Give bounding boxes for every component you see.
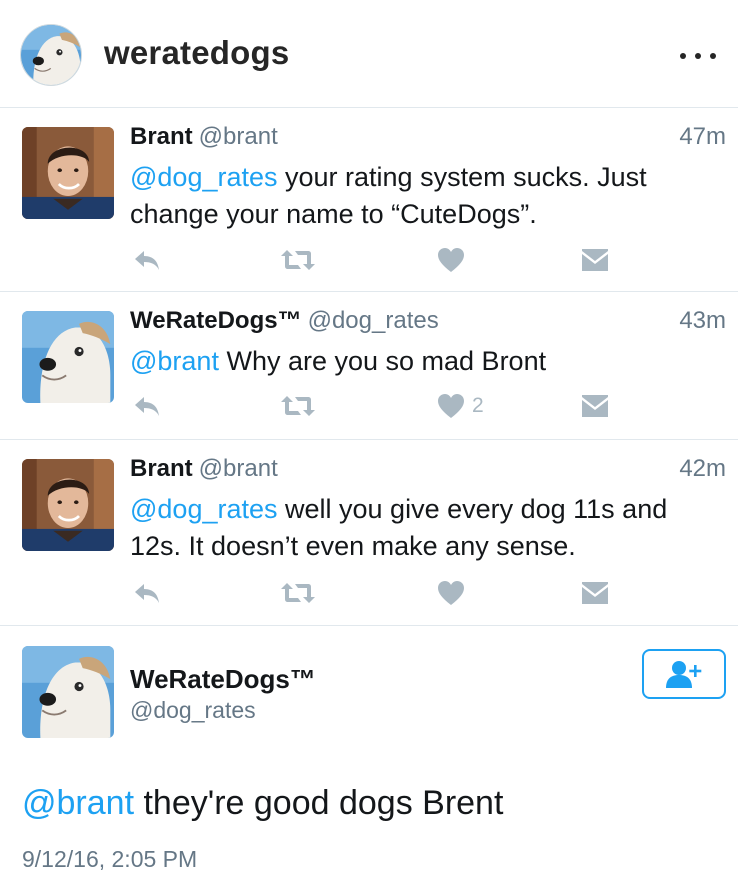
mention-link[interactable]: @brant — [22, 784, 134, 822]
avatar[interactable] — [22, 311, 114, 403]
tweet-body: Why are you so mad Bront — [218, 346, 547, 376]
envelope-icon[interactable] — [580, 245, 610, 275]
tweet-body: they're good dogs Brent — [134, 784, 504, 822]
more-dots-icon[interactable] — [680, 50, 716, 62]
author-handle[interactable]: @dog_rates — [130, 697, 256, 724]
profile-avatar[interactable] — [20, 24, 82, 86]
avatar[interactable] — [22, 646, 114, 738]
profile-header: weratedogs — [0, 0, 738, 108]
tweet-timestamp: 9/12/16, 2:05 PM — [22, 846, 198, 872]
main-tweet-text: @brant they're good dogs Brent — [22, 784, 503, 823]
add-user-icon — [666, 661, 702, 688]
retweet-icon[interactable] — [280, 578, 316, 608]
tweet-header: Brant @brant — [130, 123, 278, 151]
author-name[interactable]: Brant — [130, 455, 193, 482]
tweet-item[interactable]: Brant @brant 47m @dog_rates your rating s… — [0, 109, 738, 292]
tweet-time: 43m — [679, 307, 726, 334]
tweet-time: 47m — [679, 123, 726, 150]
avatar[interactable] — [22, 459, 114, 551]
tweet-time: 42m — [679, 455, 726, 482]
mention-link[interactable]: @dog_rates — [130, 494, 278, 524]
reply-icon[interactable] — [132, 578, 162, 608]
envelope-icon[interactable] — [580, 391, 610, 421]
reply-icon[interactable] — [132, 391, 162, 421]
tweet-item[interactable]: WeRateDogs™ @dog_rates 43m @brant Why are… — [0, 293, 738, 440]
tweet-text: @brant Why are you so mad Bront — [130, 343, 720, 380]
avatar[interactable] — [22, 127, 114, 219]
envelope-icon[interactable] — [580, 578, 610, 608]
tweet-text: @dog_rates your rating system sucks. Jus… — [130, 159, 720, 233]
follow-button[interactable] — [642, 649, 726, 699]
mention-link[interactable]: @brant — [130, 346, 219, 376]
author-handle[interactable]: @dog_rates — [308, 307, 439, 334]
like-count: 2 — [472, 394, 484, 417]
retweet-icon[interactable] — [280, 245, 316, 275]
author-handle[interactable]: @brant — [199, 455, 278, 482]
author-name[interactable]: WeRateDogs™ — [130, 307, 302, 334]
tweet-actions: 2 — [130, 391, 620, 421]
mention-link[interactable]: @dog_rates — [130, 162, 278, 192]
tweet-actions — [130, 578, 620, 608]
tweet-header: WeRateDogs™ @dog_rates — [130, 307, 439, 335]
author-handle[interactable]: @brant — [199, 123, 278, 150]
author-name[interactable]: Brant — [130, 123, 193, 150]
tweet-actions — [130, 245, 620, 275]
heart-icon[interactable] — [436, 245, 472, 275]
heart-icon[interactable] — [436, 578, 472, 608]
tweet-item[interactable]: Brant @brant 42m @dog_rates well you give… — [0, 441, 738, 626]
tweet-header: Brant @brant — [130, 455, 278, 483]
retweet-icon[interactable] — [280, 391, 316, 421]
tweet-text: @dog_rates well you give every dog 11s a… — [130, 491, 720, 565]
reply-icon[interactable] — [132, 245, 162, 275]
heart-icon[interactable]: 2 — [436, 391, 484, 421]
author-name[interactable]: WeRateDogs™ — [130, 664, 316, 695]
profile-username[interactable]: weratedogs — [104, 34, 289, 72]
